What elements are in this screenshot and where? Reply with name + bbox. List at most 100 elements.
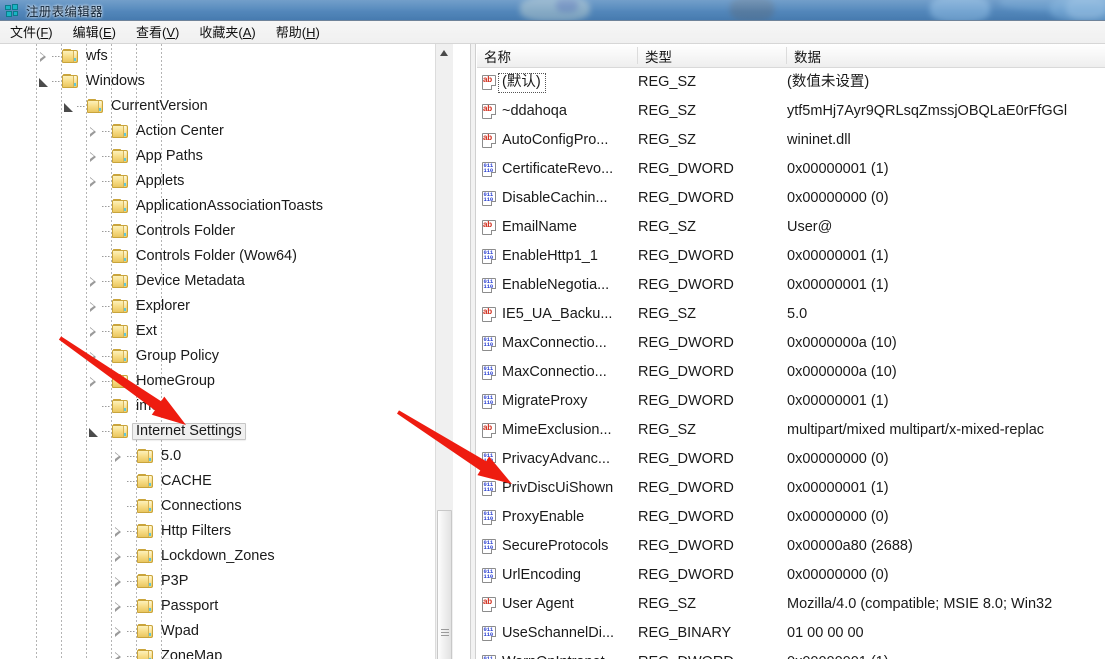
menu-item-1[interactable]: 文件(F) bbox=[0, 20, 63, 44]
tree-connector bbox=[52, 56, 61, 57]
tree-node[interactable]: ZoneMap bbox=[0, 644, 453, 659]
chevron-down-icon[interactable] bbox=[61, 99, 77, 115]
folder-icon bbox=[137, 624, 154, 639]
chevron-right-icon[interactable] bbox=[111, 599, 127, 615]
chevron-right-icon[interactable] bbox=[36, 49, 52, 65]
value-row[interactable]: 011 110 CertificateRevo... REG_DWORD 0x00000… bbox=[477, 155, 1105, 184]
chevron-down-icon[interactable] bbox=[86, 424, 102, 440]
menu-item-3[interactable]: 查看(V) bbox=[126, 20, 189, 44]
value-row[interactable]: ab (默认) REG_SZ (数值未设置) bbox=[477, 68, 1105, 97]
chevron-right-icon[interactable] bbox=[86, 274, 102, 290]
tree-vertical-scrollbar[interactable] bbox=[435, 44, 453, 659]
tree-node[interactable]: Http Filters bbox=[0, 519, 453, 544]
tree-node[interactable]: Controls Folder (Wow64) bbox=[0, 244, 453, 269]
tree-node-label: CurrentVersion bbox=[111, 97, 208, 114]
column-header-type[interactable]: 类型 bbox=[638, 44, 787, 67]
chevron-down-icon[interactable] bbox=[36, 74, 52, 90]
value-row[interactable]: ab IE5_UA_Backu... REG_SZ 5.0 bbox=[477, 300, 1105, 329]
folder-icon bbox=[112, 149, 129, 164]
tree-node[interactable]: CACHE bbox=[0, 469, 453, 494]
chevron-right-icon[interactable] bbox=[111, 574, 127, 590]
value-type: REG_SZ bbox=[638, 596, 697, 613]
scroll-up-arrow[interactable] bbox=[436, 44, 453, 61]
tree-node[interactable]: Lockdown_Zones bbox=[0, 544, 453, 569]
value-row[interactable]: 011 110 DisableCachin... REG_DWORD 0x0000000… bbox=[477, 184, 1105, 213]
value-type: REG_SZ bbox=[638, 219, 697, 236]
tree-node[interactable]: Action Center bbox=[0, 119, 453, 144]
tree-node[interactable]: Applets bbox=[0, 169, 453, 194]
value-row[interactable]: ab User Agent REG_SZ Mozilla/4.0 (compatibl… bbox=[477, 590, 1105, 619]
tree-connector bbox=[102, 181, 111, 182]
chevron-right-icon[interactable] bbox=[111, 624, 127, 640]
value-row[interactable]: 011 110 UrlEncoding REG_DWORD 0x00000000 (0) bbox=[477, 561, 1105, 590]
tree-node[interactable]: Ext bbox=[0, 319, 453, 344]
value-row[interactable]: 011110 WarnOnIntranet REG_DWORD 0x00000001 … bbox=[477, 648, 1105, 659]
column-header-name[interactable]: 名称 bbox=[477, 44, 638, 67]
registry-tree-pane[interactable]: wfs Windows CurrentVersion Action Center App… bbox=[0, 44, 453, 659]
value-row[interactable]: ab AutoConfigPro... REG_SZ wininet.dll bbox=[477, 126, 1105, 155]
tree-node[interactable]: Controls Folder bbox=[0, 219, 453, 244]
pane-splitter[interactable] bbox=[470, 44, 476, 659]
tree-node[interactable]: Device Metadata bbox=[0, 269, 453, 294]
value-row[interactable]: 011 110 MigrateProxy REG_DWORD 0x00000001 (1… bbox=[477, 387, 1105, 416]
chevron-right-icon[interactable] bbox=[86, 349, 102, 365]
value-row[interactable]: ab EmailName REG_SZ User@ bbox=[477, 213, 1105, 242]
value-row[interactable]: 011 110 UseSchannelDi... REG_BINARY 01 00 00… bbox=[477, 619, 1105, 648]
value-row[interactable]: 011 110 MaxConnectio... REG_DWORD 0x0000000a… bbox=[477, 329, 1105, 358]
value-row[interactable]: ab ~ddahoqa REG_SZ ytf5mHj7Ayr9QRLsqZmssjOB… bbox=[477, 97, 1105, 126]
tree-node-label: Passport bbox=[161, 597, 219, 614]
chevron-right-icon[interactable] bbox=[86, 149, 102, 165]
value-row[interactable]: ab MimeExclusion... REG_SZ multipart/mixed … bbox=[477, 416, 1105, 445]
value-row[interactable]: 011 110 PrivacyAdvanc... REG_DWORD 0x0000000… bbox=[477, 445, 1105, 474]
value-data: (数值未设置) bbox=[787, 74, 870, 91]
tree-node[interactable]: Windows bbox=[0, 69, 453, 94]
values-column-header[interactable]: 名称 类型 数据 bbox=[477, 44, 1105, 68]
window-titlebar[interactable]: 注册表编辑器 bbox=[0, 0, 1105, 21]
chevron-right-icon[interactable] bbox=[111, 524, 127, 540]
value-row[interactable]: 011 110 PrivDiscUiShown REG_DWORD 0x00000001… bbox=[477, 474, 1105, 503]
tree-node[interactable]: Explorer bbox=[0, 294, 453, 319]
tree-node[interactable]: wfs bbox=[0, 44, 453, 69]
tree-node[interactable]: 5.0 bbox=[0, 444, 453, 469]
chevron-right-icon[interactable] bbox=[111, 449, 127, 465]
value-type: REG_DWORD bbox=[638, 655, 734, 659]
menu-item-2[interactable]: 编辑(E) bbox=[63, 20, 126, 44]
folder-icon bbox=[112, 174, 129, 189]
tree-node[interactable]: ApplicationAssociationToasts bbox=[0, 194, 453, 219]
menu-item-4[interactable]: 收藏夹(A) bbox=[189, 20, 265, 44]
tree-connector bbox=[102, 231, 111, 232]
value-data: 0x00000001 (1) bbox=[787, 161, 889, 178]
value-row[interactable]: 011 110 EnableHttp1_1 REG_DWORD 0x00000001 (… bbox=[477, 242, 1105, 271]
window-title: 注册表编辑器 bbox=[26, 5, 103, 19]
chevron-right-icon[interactable] bbox=[86, 174, 102, 190]
chevron-right-icon[interactable] bbox=[86, 124, 102, 140]
tree-node[interactable]: CurrentVersion bbox=[0, 94, 453, 119]
scrollbar-thumb[interactable] bbox=[437, 510, 452, 659]
tree-node[interactable]: ime bbox=[0, 394, 453, 419]
tree-node[interactable]: P3P bbox=[0, 569, 453, 594]
tree-node[interactable]: App Paths bbox=[0, 144, 453, 169]
binary-value-icon: 011110 bbox=[482, 190, 498, 207]
value-row[interactable]: 011 110 EnableNegotia... REG_DWORD 0x0000000… bbox=[477, 271, 1105, 300]
column-header-data[interactable]: 数据 bbox=[787, 44, 1105, 67]
menu-item-5[interactable]: 帮助(H) bbox=[266, 20, 330, 44]
chevron-right-icon[interactable] bbox=[86, 324, 102, 340]
tree-node[interactable]: Group Policy bbox=[0, 344, 453, 369]
tree-node[interactable]: Connections bbox=[0, 494, 453, 519]
tree-node[interactable]: Internet Settings bbox=[0, 419, 453, 444]
value-type: REG_DWORD bbox=[638, 335, 734, 352]
registry-values-pane[interactable]: 名称 类型 数据 ab (默认) REG_SZ (数值未设置) ab ~ddahoqa RE… bbox=[477, 44, 1105, 659]
value-name: EmailName bbox=[502, 219, 577, 236]
value-row[interactable]: 011 110 ProxyEnable REG_DWORD 0x00000000 (0) bbox=[477, 503, 1105, 532]
value-row[interactable]: 011 110 SecureProtocols REG_DWORD 0x00000a80… bbox=[477, 532, 1105, 561]
tree-node[interactable]: Passport bbox=[0, 594, 453, 619]
chevron-right-icon[interactable] bbox=[86, 374, 102, 390]
tree-node[interactable]: HomeGroup bbox=[0, 369, 453, 394]
tree-node[interactable]: Wpad bbox=[0, 619, 453, 644]
value-name: PrivacyAdvanc... bbox=[502, 451, 610, 468]
chevron-right-icon[interactable] bbox=[111, 549, 127, 565]
chevron-right-icon[interactable] bbox=[111, 649, 127, 659]
chevron-right-icon[interactable] bbox=[86, 299, 102, 315]
value-row[interactable]: 011 110 MaxConnectio... REG_DWORD 0x0000000a… bbox=[477, 358, 1105, 387]
